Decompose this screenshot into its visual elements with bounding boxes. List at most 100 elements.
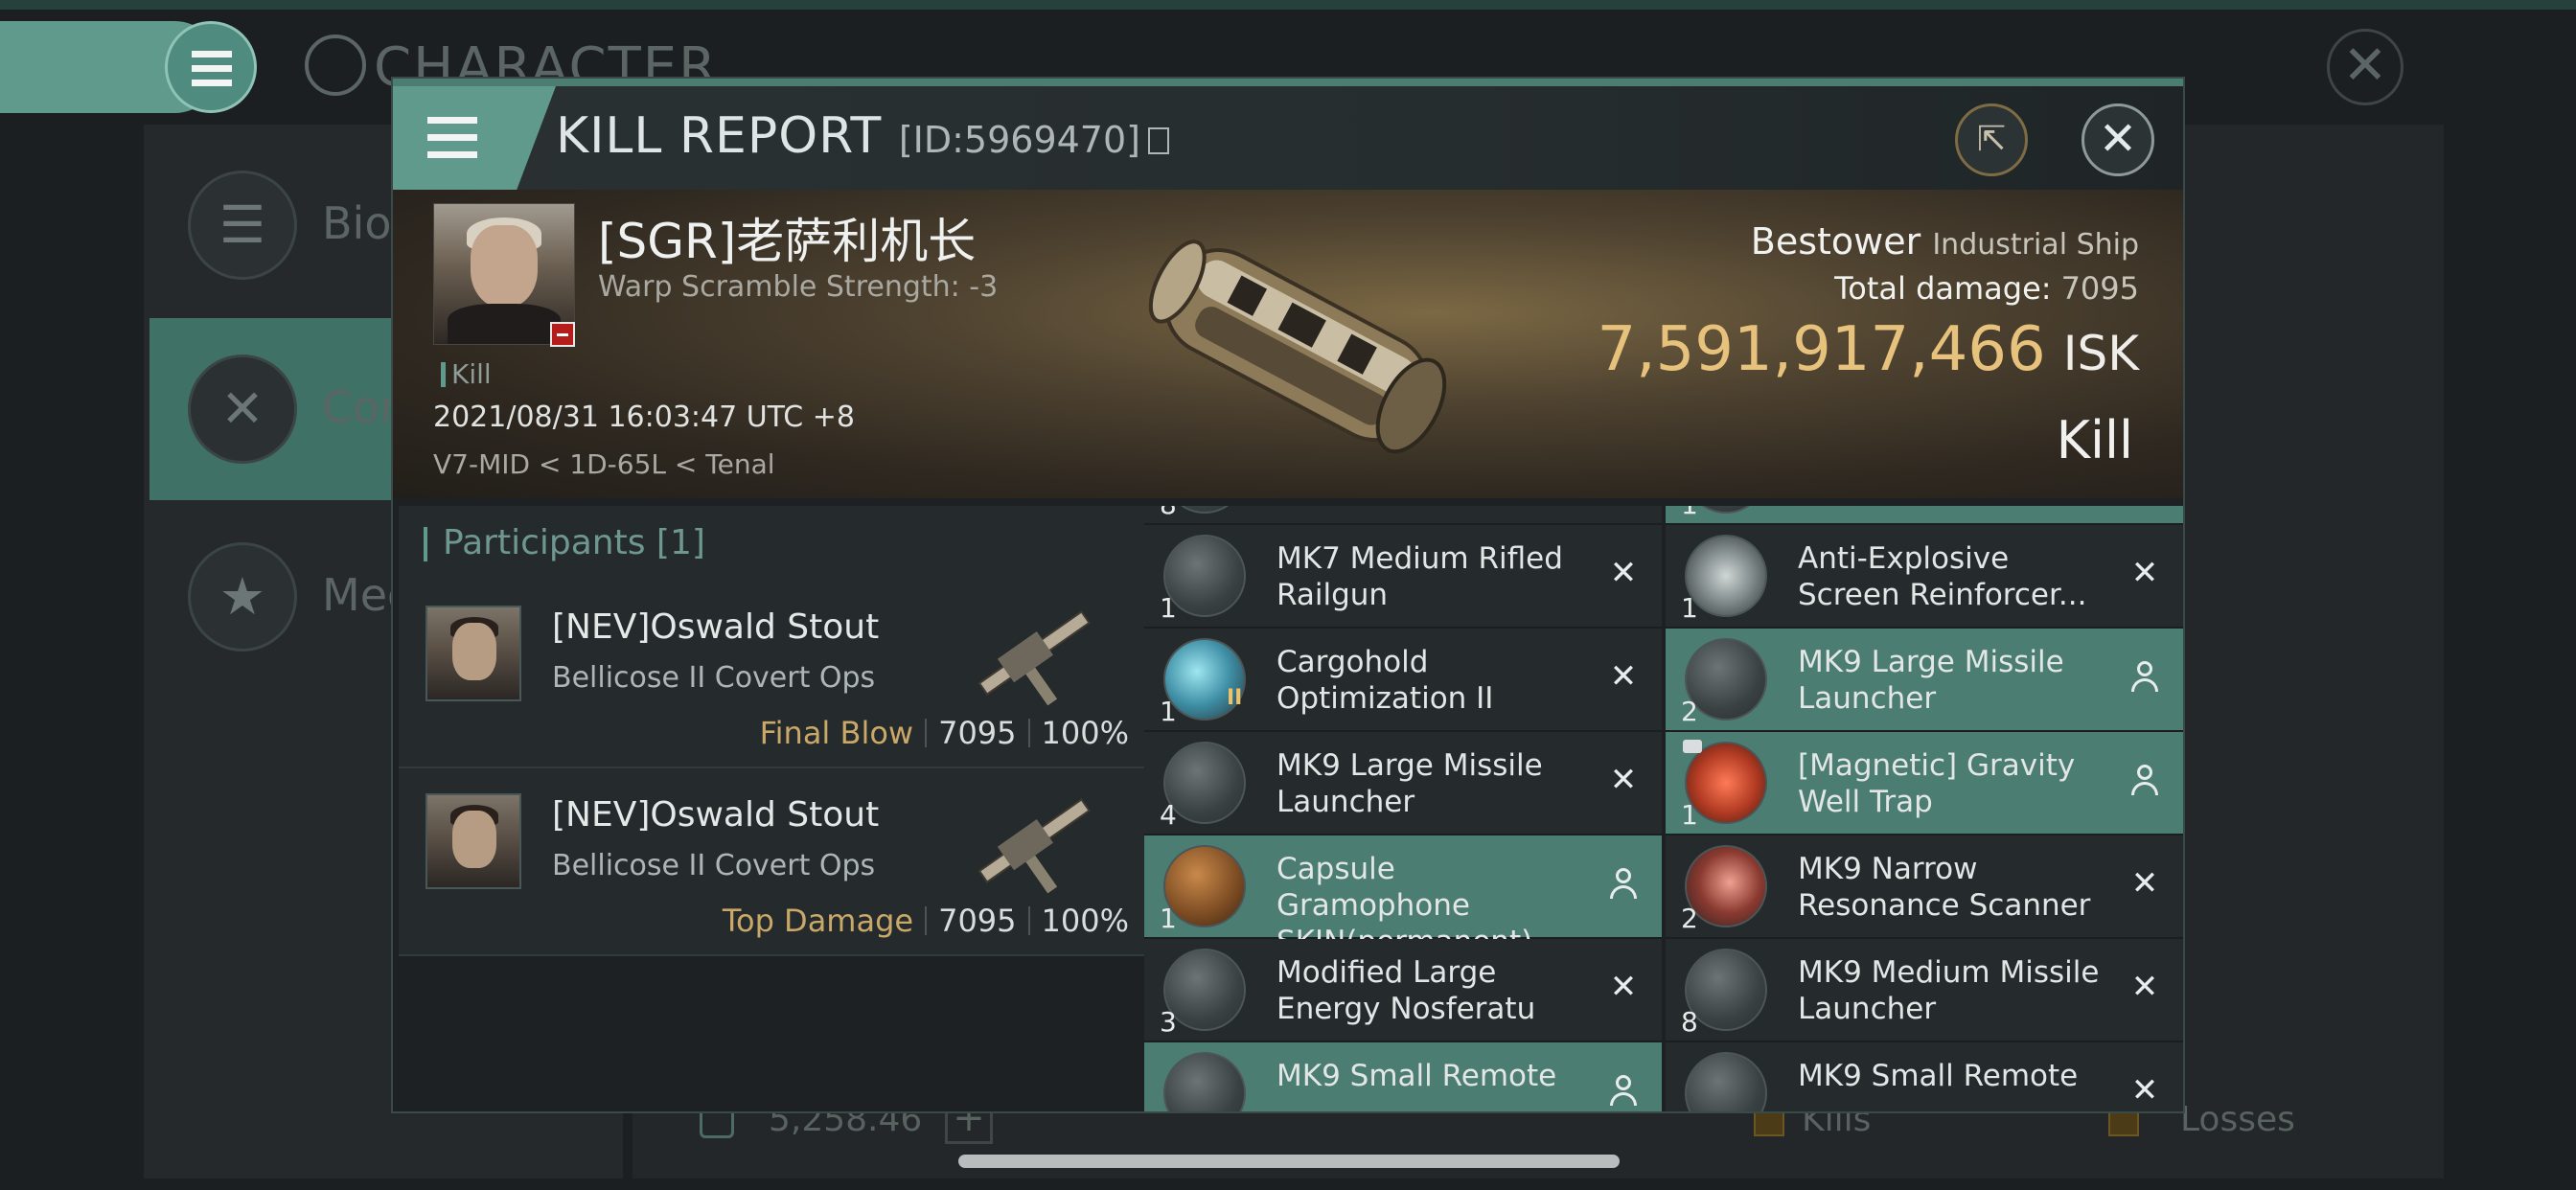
item-quantity: 1 <box>1160 592 1177 624</box>
menu-icon: ☰ <box>188 171 297 280</box>
item-card[interactable]: 1 [Magnetic] Gravity Well Trap <box>1666 732 2183 835</box>
remote-repair-icon <box>1685 1052 1767 1111</box>
item-card[interactable]: 2 MK9 Narrow Resonance Scanner ✕ <box>1666 835 2183 939</box>
isk-unit: ISK <box>2062 326 2139 381</box>
dropped-person-icon <box>2128 763 2162 797</box>
window-title-text: KILL REPORT <box>556 107 883 165</box>
menu-icon <box>427 117 477 124</box>
item-card[interactable]: MK9 Small Remote ✕ <box>1666 1042 2183 1111</box>
destroyed-icon: ✕ <box>1609 968 1638 1006</box>
item-name: MK9 Large Missile Launcher <box>1276 748 1543 819</box>
remote-repair-icon <box>1163 1052 1246 1111</box>
participant-avatar[interactable] <box>426 606 521 701</box>
losses-label[interactable]: Losses <box>2180 1100 2295 1139</box>
participant-row[interactable]: [NEV]Oswald Stout Bellicose II Covert Op… <box>399 581 1144 768</box>
participant-label: Top Damage <box>722 903 914 939</box>
item-card[interactable]: MK9 Small Remote <box>1144 1042 1662 1111</box>
item-quantity: 4 <box>1160 799 1177 831</box>
kill-tag: Kill <box>441 358 492 390</box>
item-name: Cargohold Optimization II <box>1276 645 1494 716</box>
isk-value: 7,591,917,466 ISK <box>1598 314 2140 385</box>
participant-name: [NEV]Oswald Stout <box>552 607 880 647</box>
ship-type[interactable]: Bestower Industrial Ship <box>1751 220 2139 263</box>
sidebar-item-label: Bio <box>322 197 392 249</box>
window-title: KILL REPORT [ID:5969470] <box>556 107 1169 165</box>
item-card[interactable]: II 1 Cargohold Optimization II ✕ <box>1144 629 1662 732</box>
destroyed-icon: ✕ <box>1609 657 1638 696</box>
item-quantity: 8 <box>1160 506 1177 520</box>
total-damage: Total damage: 7095 <box>1834 270 2139 307</box>
isk-amount: 7,591,917,466 <box>1597 314 2046 385</box>
participants-header: Participants [1] <box>399 506 1144 581</box>
kill-location[interactable]: V7-MID < 1D-65L < Tenal <box>433 448 775 480</box>
participant-stats: Final Blow 7095 100% <box>760 715 1129 751</box>
item-card[interactable]: 8 <box>1144 506 1662 525</box>
total-damage-label: Total damage: <box>1834 270 2052 307</box>
destroyed-icon: ✕ <box>2130 968 2159 1006</box>
background-close-icon[interactable]: ✕ <box>2327 29 2404 105</box>
item-quantity: 1 <box>1160 903 1177 934</box>
participant-damage: 7095 <box>938 903 1017 939</box>
background-menu-button[interactable] <box>165 21 257 113</box>
item-quantity: 1 <box>1681 592 1698 624</box>
kill-id: [ID:5969470] <box>898 119 1140 161</box>
item-quantity: 3 <box>1160 1006 1177 1038</box>
participant-name: [NEV]Oswald Stout <box>552 795 880 835</box>
item-name: Modified Large Energy Nosferatu <box>1276 955 1536 1026</box>
item-name: [Magnetic] Gravity Well Trap <box>1798 748 2076 819</box>
share-icon[interactable]: ⇱ <box>1955 103 2028 176</box>
kill-result: Kill <box>2056 410 2133 470</box>
participant-damage: 7095 <box>938 715 1017 751</box>
item-card[interactable]: 3 Modified Large Energy Nosferatu ✕ <box>1144 939 1662 1042</box>
item-quantity: 1 <box>1160 696 1177 727</box>
item-quantity: 2 <box>1681 903 1698 934</box>
window-header: KILL REPORT [ID:5969470] ⇱ ✕ <box>393 86 2183 190</box>
participant-ship: Bellicose II Covert Ops <box>552 849 876 882</box>
item-name: MK9 Small Remote <box>1276 1059 1557 1093</box>
item-card[interactable]: 1 Anti-Explosive Screen Reinforcer... ✕ <box>1666 525 2183 629</box>
participant-avatar[interactable] <box>426 793 521 889</box>
destroyed-icon: ✕ <box>2130 554 2159 592</box>
item-quantity: 1 <box>1681 506 1698 520</box>
dropped-person-icon <box>1606 866 1641 901</box>
menu-button[interactable] <box>393 86 556 190</box>
item-name: MK9 Large Missile Launcher <box>1798 645 2064 716</box>
dropped-person-icon <box>2128 659 2162 694</box>
participant-percent: 100% <box>1041 715 1129 751</box>
window-top-accent <box>393 79 2183 86</box>
weapon-icon <box>978 610 1091 706</box>
participant-stats: Top Damage 7095 100% <box>723 903 1129 939</box>
destroyed-icon: ✕ <box>1609 761 1638 799</box>
item-card[interactable]: 1 <box>1666 506 2183 525</box>
item-card[interactable]: 4 MK9 Large Missile Launcher ✕ <box>1144 732 1662 835</box>
item-card[interactable]: 1 Capsule Gramophone SKIN(permanent) <box>1144 835 1662 959</box>
item-card[interactable]: 2 MK9 Large Missile Launcher <box>1666 629 2183 732</box>
ship-image[interactable] <box>1121 190 1485 496</box>
security-status-icon <box>550 322 575 347</box>
ship-name: Bestower <box>1750 220 1921 263</box>
kill-summary-banner: [SGR]老萨利机长 Warp Scramble Strength: -3 Ki… <box>393 190 2183 498</box>
weapon-icon <box>978 798 1091 894</box>
close-icon[interactable]: ✕ <box>2082 103 2154 176</box>
warp-scramble-strength: Warp Scramble Strength: -3 <box>598 270 999 304</box>
item-name: Anti-Explosive Screen Reinforcer... <box>1798 541 2087 612</box>
participant-row[interactable]: [NEV]Oswald Stout Bellicose II Covert Op… <box>399 768 1144 956</box>
participant-percent: 100% <box>1041 903 1129 939</box>
item-quantity: 8 <box>1681 1006 1698 1038</box>
victim-name[interactable]: [SGR]老萨利机长 <box>598 203 976 272</box>
copy-icon[interactable] <box>1148 127 1169 154</box>
ship-class: Industrial Ship <box>1932 228 2139 262</box>
total-damage-value: 7095 <box>2060 270 2139 307</box>
destroyed-icon: ✕ <box>2130 1071 2159 1110</box>
item-name: MK9 Narrow Resonance Scanner <box>1798 852 2091 923</box>
home-indicator[interactable] <box>958 1155 1620 1168</box>
top-edge-bar <box>0 0 2576 10</box>
character-icon <box>305 34 366 96</box>
crossed-swords-icon: ✕ <box>188 355 297 464</box>
item-card[interactable]: 1 MK7 Medium Rifled Railgun ✕ <box>1144 525 1662 629</box>
items-grid: 8 1 1 MK7 Medium Rifled Railgun ✕ 1 Anti… <box>1144 506 2183 1111</box>
participant-label: Final Blow <box>759 715 914 751</box>
participants-panel: Participants [1] [NEV]Oswald Stout Belli… <box>399 506 1144 1110</box>
item-card[interactable]: 8 MK9 Medium Missile Launcher ✕ <box>1666 939 2183 1042</box>
meta-level-badge: II <box>1227 686 1243 710</box>
